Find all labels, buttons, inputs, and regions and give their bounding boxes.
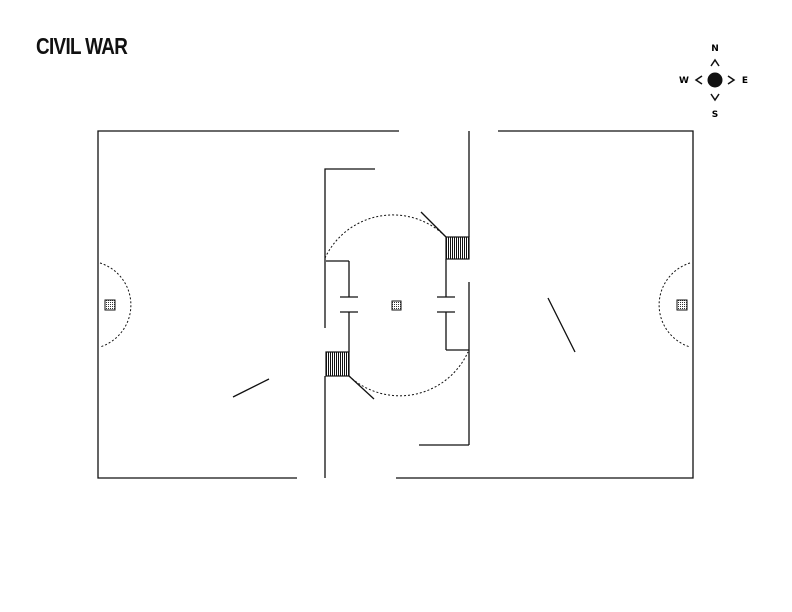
map-layout: N S W E [97, 44, 748, 479]
compass-rose-icon: N S W E [679, 44, 748, 120]
center-arc-top [324, 214, 447, 259]
compass-south-label: S [712, 110, 718, 120]
compass-west-label: W [679, 76, 689, 86]
west-diagonal-wall [232, 378, 270, 398]
spawn-room-east [445, 236, 470, 260]
east-diagonal-wall [547, 297, 576, 353]
control-point-east [676, 299, 688, 311]
compass-north-label: N [711, 44, 719, 54]
east-outer-wall [396, 130, 694, 479]
control-point-west [104, 299, 116, 311]
center-arc-bottom [348, 351, 469, 397]
control-point-center [391, 300, 402, 311]
compass-east-label: E [742, 76, 748, 86]
center-west-wall [324, 168, 375, 328]
center-diagonal-top [420, 211, 447, 238]
spawn-room-west [325, 351, 350, 377]
west-outer-wall [97, 130, 399, 479]
